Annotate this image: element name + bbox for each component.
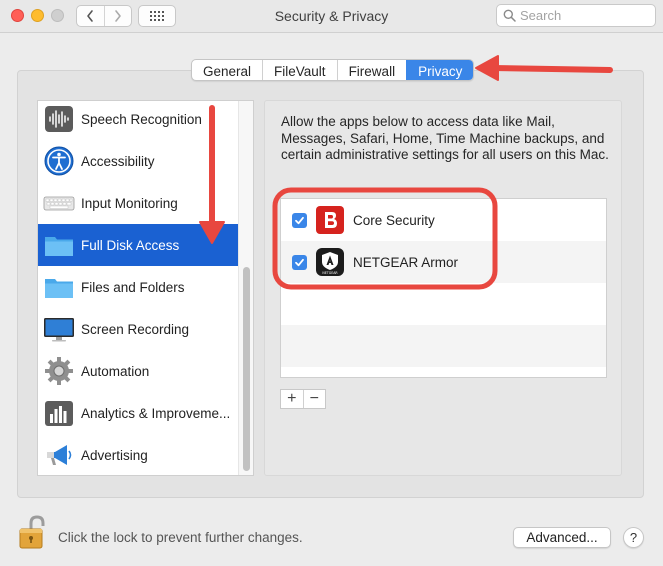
sidebar-item-label: Input Monitoring <box>81 195 178 211</box>
sidebar-item-speech-recognition[interactable]: Speech Recognition <box>38 101 238 140</box>
sidebar-item-advertising[interactable]: Advertising <box>38 434 238 475</box>
sidebar-item-label: Analytics & Improveme... <box>81 405 231 421</box>
search-input[interactable] <box>520 8 645 23</box>
sidebar-item-full-disk-access[interactable]: Full Disk Access <box>38 224 238 266</box>
sidebar-item-label: Screen Recording <box>81 321 190 337</box>
app-row-netgear-armor[interactable]: NETGEAR NETGEAR Armor <box>281 241 606 283</box>
folder-icon <box>45 237 73 256</box>
list-item <box>281 283 606 325</box>
app-checkbox[interactable] <box>292 254 307 270</box>
keyboard-icon <box>43 196 75 211</box>
app-checkbox[interactable] <box>292 212 307 228</box>
sidebar-item-accessibility[interactable]: Accessibility <box>38 140 238 182</box>
help-button[interactable]: ? <box>623 527 644 548</box>
netgear-armor-icon: NETGEAR <box>316 248 344 276</box>
title-bar: Security & Privacy <box>0 0 663 33</box>
netgear-icon-text: NETGEAR <box>322 271 338 275</box>
app-row-core-security[interactable]: Core Security <box>281 199 606 241</box>
display-icon <box>44 318 74 342</box>
privacy-category-list: Speech Recognition Accessibility Input M… <box>37 100 254 476</box>
folder-icon <box>45 279 73 298</box>
gear-icon <box>45 357 73 385</box>
lock-icon[interactable] <box>17 514 49 550</box>
checkmark-icon <box>295 258 304 266</box>
tab-filevault[interactable]: FileVault <box>262 60 337 80</box>
add-remove-buttons: + − <box>280 389 326 409</box>
permission-description: Allow the apps below to access data like… <box>281 114 609 162</box>
list-item <box>281 325 606 367</box>
scrollbar-thumb[interactable] <box>243 267 250 471</box>
tab-privacy[interactable]: Privacy <box>406 60 474 80</box>
speech-recognition-icon <box>45 106 73 132</box>
app-name: NETGEAR Armor <box>353 254 459 270</box>
megaphone-icon <box>47 445 72 465</box>
sidebar-item-input-monitoring[interactable]: Input Monitoring <box>38 182 238 224</box>
accessibility-icon <box>44 146 74 176</box>
sidebar-item-label: Files and Folders <box>81 279 185 295</box>
advanced-button[interactable]: Advanced... <box>513 527 611 548</box>
sidebar-item-screen-recording[interactable]: Screen Recording <box>38 308 238 350</box>
tab-general[interactable]: General <box>192 60 262 80</box>
sidebar-item-label: Advertising <box>81 447 148 463</box>
search-icon <box>503 9 516 22</box>
sidebar-item-label: Accessibility <box>81 153 155 169</box>
tab-bar: General FileVault Firewall Privacy <box>191 59 475 81</box>
app-name: Core Security <box>353 212 435 228</box>
lock-message: Click the lock to prevent further change… <box>58 530 303 545</box>
sidebar-item-label: Speech Recognition <box>81 111 202 127</box>
allowed-apps-list: Core Security NETGEAR NETGEAR Armor <box>280 198 607 378</box>
remove-app-button[interactable]: − <box>302 390 326 408</box>
sidebar-item-label: Automation <box>81 363 150 379</box>
core-security-icon <box>316 206 344 234</box>
checkmark-icon <box>295 216 304 224</box>
bar-chart-icon <box>45 401 73 426</box>
search-box[interactable] <box>496 4 656 27</box>
sidebar-item-automation[interactable]: Automation <box>38 350 238 392</box>
sidebar-item-label: Full Disk Access <box>81 237 180 253</box>
tab-firewall[interactable]: Firewall <box>336 60 407 80</box>
sidebar-item-analytics[interactable]: Analytics & Improveme... <box>38 392 238 434</box>
sidebar-scrollbar[interactable] <box>238 101 253 475</box>
add-app-button[interactable]: + <box>281 390 303 408</box>
sidebar-item-files-and-folders[interactable]: Files and Folders <box>38 266 238 308</box>
